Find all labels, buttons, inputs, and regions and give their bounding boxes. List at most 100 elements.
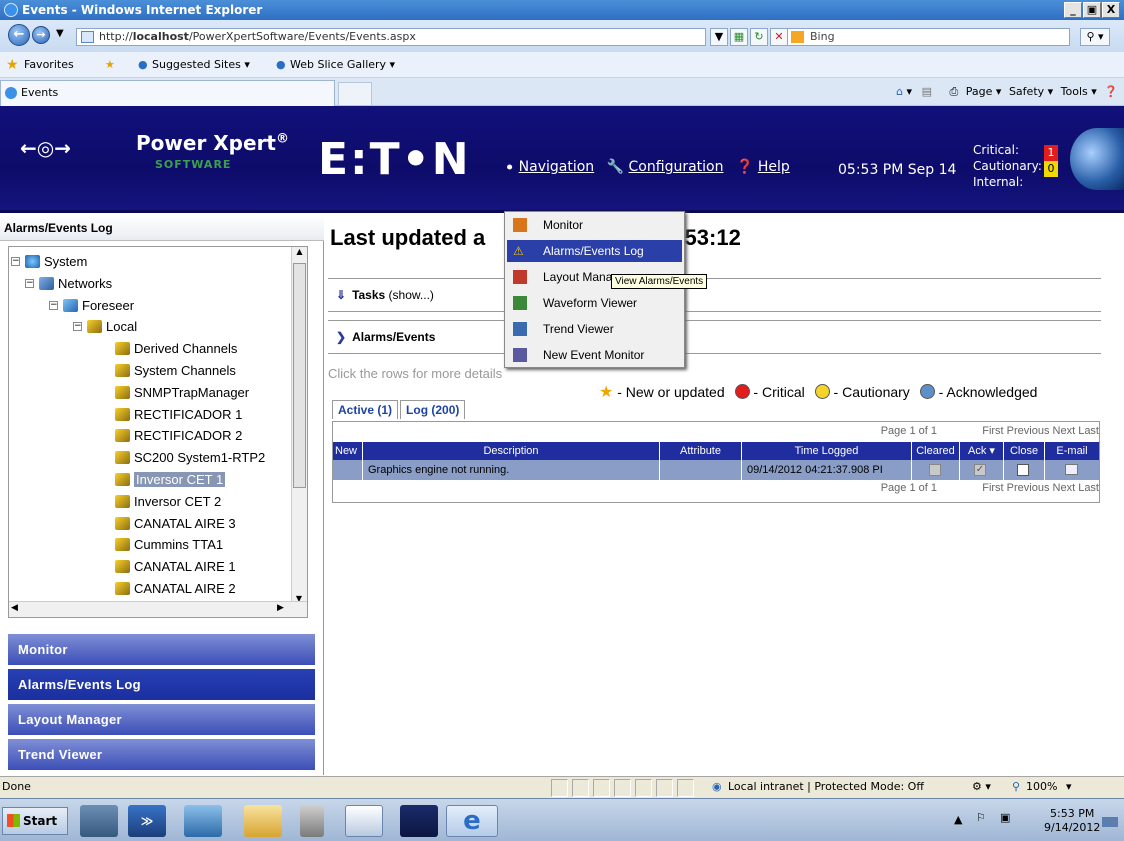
tasks-section[interactable]: ⇓ Tasks (show...) <box>328 278 1101 312</box>
tree-node[interactable]: SNMPTrapManager <box>115 384 249 402</box>
tree-node[interactable]: CANATAL AIRE 1 <box>115 558 236 576</box>
system-tree[interactable]: − System − Networks − Foreseer − Local Derived C… <box>8 246 308 618</box>
search-button[interactable]: ⚲ ▾ <box>1080 28 1110 46</box>
powershell-icon[interactable]: ≫ <box>128 805 166 837</box>
pager-bottom[interactable]: First Previous Next Last <box>982 482 1099 494</box>
tree-collapse-toggle[interactable]: − <box>25 278 34 288</box>
nav-configuration-link[interactable]: Configuration <box>629 159 724 175</box>
add-favorite-icon[interactable]: ★ <box>105 52 115 78</box>
stop-icon[interactable]: ✕ <box>770 28 788 46</box>
col-time-logged[interactable]: Time Logged <box>742 442 912 460</box>
tree-node[interactable]: CANATAL AIRE 3 <box>115 515 236 533</box>
home-icon[interactable]: ⌂ <box>896 85 903 98</box>
refresh-icon[interactable]: ↻ <box>750 28 768 46</box>
col-description[interactable]: Description <box>363 442 660 460</box>
tree-node[interactable]: RECTIFICADOR 2 <box>115 427 242 445</box>
tree-node[interactable]: CANATAL AIRE 2 <box>115 580 236 598</box>
tree-node[interactable]: Foreseer <box>63 297 134 315</box>
tree-node[interactable]: Cummins TTA1 <box>115 536 223 554</box>
email-icon[interactable] <box>1065 464 1078 475</box>
show-desktop-button[interactable] <box>1102 817 1118 827</box>
flag-icon[interactable]: ⚐ <box>976 811 986 824</box>
feeds-icon[interactable]: ▤ <box>922 85 932 98</box>
monitor-app-icon[interactable] <box>400 805 438 837</box>
tab-active[interactable]: Active (1) <box>332 400 399 419</box>
scroll-up-icon[interactable]: ▲ <box>292 247 307 256</box>
tab-log[interactable]: Log (200) <box>400 400 466 419</box>
start-button[interactable]: Start <box>2 807 68 835</box>
nav-button-monitor[interactable]: Monitor <box>8 634 315 665</box>
home-dropdown[interactable]: ▾ <box>907 85 913 98</box>
table-row[interactable]: Graphics engine not running. 09/14/2012 … <box>333 460 1099 480</box>
zoom-level[interactable]: 100% <box>1026 777 1057 797</box>
address-bar[interactable]: http://localhost/PowerXpertSoftware/Even… <box>76 28 706 46</box>
maximize-button[interactable]: ▣ <box>1083 2 1101 18</box>
scroll-right-icon[interactable]: ▶ <box>277 603 284 613</box>
tree-node[interactable]: Local <box>87 318 137 336</box>
alarm-summary[interactable]: Critical: Cautionary: Internal: 1 0 <box>973 142 1058 190</box>
tree-node[interactable]: Inversor CET 1 <box>115 471 226 489</box>
close-button[interactable]: X <box>1102 2 1120 18</box>
nav-help-link[interactable]: Help <box>758 159 790 175</box>
favorites-button[interactable]: Favorites <box>24 52 74 78</box>
explorer-folder-icon[interactable] <box>244 805 282 837</box>
tools-icon[interactable] <box>300 805 324 837</box>
minimize-button[interactable]: _ <box>1064 2 1082 18</box>
tools-menu[interactable]: Tools ▾ <box>1061 85 1097 98</box>
network-icon[interactable]: ▣ <box>1000 811 1010 824</box>
new-tab-button[interactable] <box>338 82 372 106</box>
dropdown-item[interactable]: Trend Viewer <box>507 318 682 340</box>
tree-node[interactable]: System <box>25 253 87 271</box>
tasks-show-link[interactable]: (show...) <box>389 288 434 302</box>
search-input[interactable]: Bing <box>787 28 1070 46</box>
col-new[interactable]: New <box>333 442 363 460</box>
print-icon[interactable]: ⎙ <box>949 85 958 98</box>
clock-time[interactable]: 5:53 PM <box>1050 807 1094 820</box>
web-slice-gallery-link[interactable]: Web Slice Gallery ▾ <box>290 52 395 78</box>
dropdown-item[interactable]: New Event Monitor <box>507 344 682 366</box>
tree-node[interactable]: Networks <box>39 275 112 293</box>
clock-date[interactable]: 9/14/2012 <box>1044 821 1100 834</box>
page-menu[interactable]: Page ▾ <box>966 85 1002 98</box>
safety-menu[interactable]: Safety ▾ <box>1009 85 1053 98</box>
zone-text[interactable]: Local intranet | Protected Mode: Off <box>728 777 924 797</box>
history-dropdown-icon[interactable]: ▼ <box>56 28 64 39</box>
zoom-dropdown-icon[interactable]: ▾ <box>1066 777 1072 797</box>
suggested-sites-link[interactable]: Suggested Sites ▾ <box>152 52 250 78</box>
address-dropdown-button[interactable]: ▼ <box>710 28 728 46</box>
internet-explorer-icon[interactable]: e <box>446 805 498 837</box>
dropdown-item[interactable]: Monitor <box>507 214 682 236</box>
tree-node[interactable]: RECTIFICADOR 1 <box>115 406 242 424</box>
alarms-events-section[interactable]: ❯ Alarms/Events <box>328 320 1101 354</box>
tray-expand-icon[interactable]: ▲ <box>954 813 962 826</box>
server-manager-icon[interactable] <box>80 805 118 837</box>
tree-collapse-toggle[interactable]: − <box>49 300 58 310</box>
tree-collapse-toggle[interactable]: − <box>73 322 82 332</box>
security-icon[interactable]: ⚙ ▾ <box>972 777 991 797</box>
tree-vertical-scrollbar[interactable]: ▲ ▼ <box>291 247 307 603</box>
col-close[interactable]: Close <box>1004 442 1045 460</box>
col-ack[interactable]: Ack ▾ <box>960 442 1004 460</box>
compatibility-icon[interactable]: ▦ <box>730 28 748 46</box>
pager-top[interactable]: First Previous Next Last <box>982 425 1099 437</box>
tree-node[interactable]: System Channels <box>115 362 236 380</box>
help-icon[interactable]: ❓ <box>1104 85 1118 98</box>
tree-scroll-thumb[interactable] <box>293 263 306 488</box>
nav-navigation-link[interactable]: Navigation <box>519 159 595 175</box>
dropdown-item[interactable]: Waveform Viewer <box>507 292 682 314</box>
tree-node[interactable]: Inversor CET 2 <box>115 493 221 511</box>
document-app-icon[interactable] <box>345 805 383 837</box>
forward-button[interactable]: → <box>32 26 50 44</box>
tree-collapse-toggle[interactable]: − <box>11 257 20 266</box>
tree-node[interactable]: Derived Channels <box>115 340 237 358</box>
back-button[interactable]: ← <box>8 24 30 46</box>
col-attribute[interactable]: Attribute <box>660 442 742 460</box>
tab-events[interactable]: Events <box>0 80 335 106</box>
tree-horizontal-scrollbar[interactable]: ◀ ▶ <box>9 601 307 617</box>
tree-node[interactable]: SC200 System1-RTP2 <box>115 449 265 467</box>
col-email[interactable]: E-mail <box>1045 442 1099 460</box>
dropdown-item[interactable]: ⚠ Alarms/Events Log <box>507 240 682 262</box>
notepad-icon[interactable] <box>184 805 222 837</box>
nav-button-alarms-events-log[interactable]: Alarms/Events Log <box>8 669 315 700</box>
nav-button-trend-viewer[interactable]: Trend Viewer <box>8 739 315 770</box>
